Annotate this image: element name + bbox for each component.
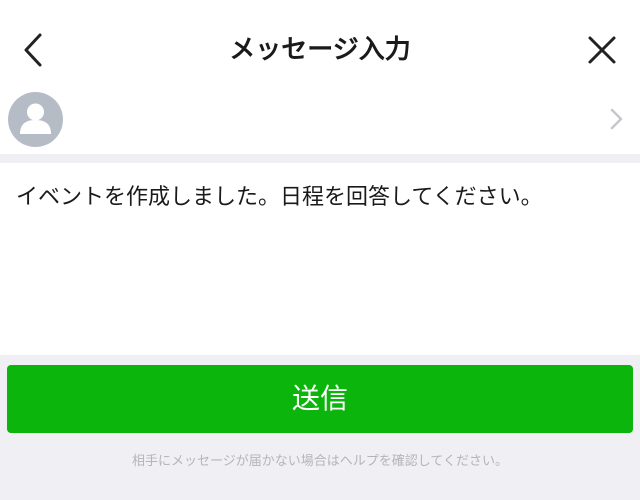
send-button[interactable]: 送信 — [7, 365, 633, 433]
help-note: 相手にメッセージが届かない場合はヘルプを確認してください。 — [132, 454, 508, 469]
recipient-row[interactable] — [0, 82, 640, 154]
close-icon — [588, 36, 616, 64]
close-button[interactable] — [582, 30, 622, 70]
page-title: メッセージ入力 — [229, 35, 411, 65]
person-icon — [20, 103, 51, 134]
message-input[interactable]: イベントを作成しました。日程を回答してください。 — [0, 163, 640, 355]
avatar — [8, 92, 63, 147]
chevron-right-icon — [604, 106, 628, 132]
